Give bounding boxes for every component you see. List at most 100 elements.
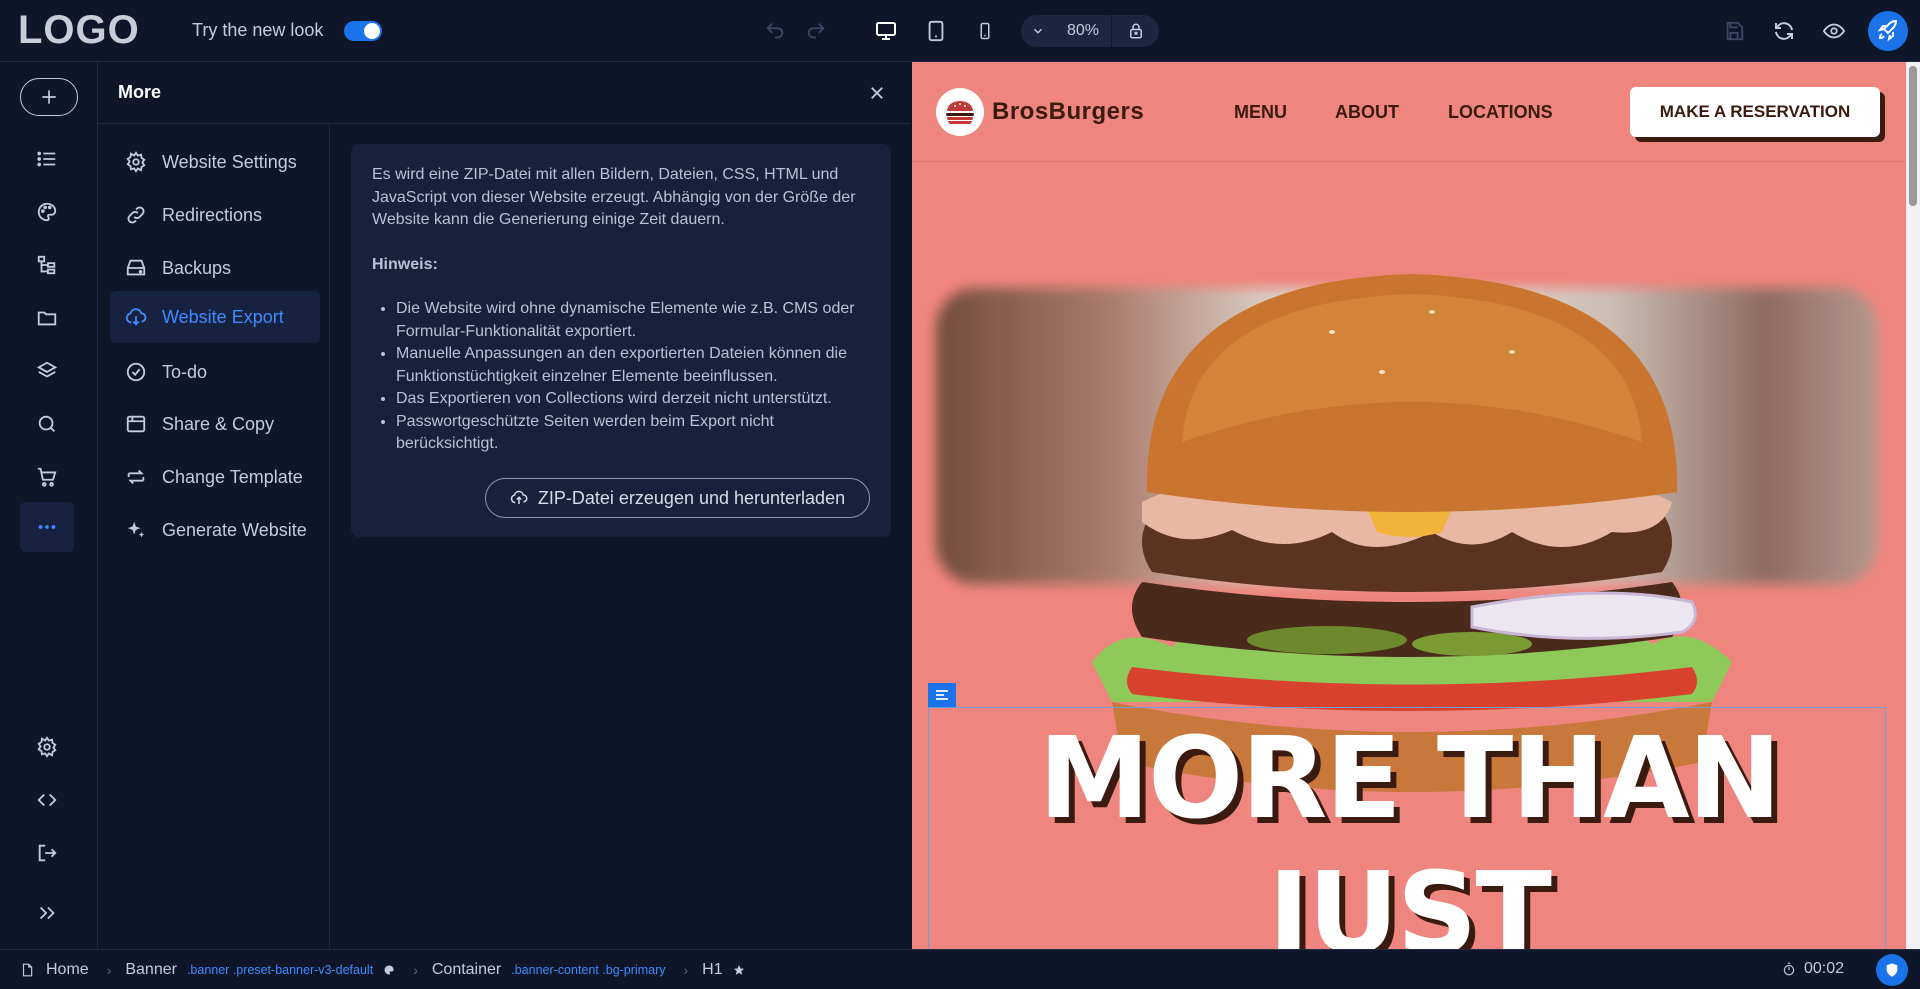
menu-item-label: Website Settings xyxy=(162,151,297,172)
element-type-badge-icon[interactable] xyxy=(928,683,956,707)
list-item: Die Website wird ohne dynamische Element… xyxy=(396,298,870,343)
session-timer: 00:02 xyxy=(1782,960,1844,978)
scrollbar-thumb[interactable] xyxy=(1909,66,1917,206)
menu-item-share-copy[interactable]: Share & Copy xyxy=(110,398,320,450)
preview-eye-icon[interactable] xyxy=(1819,16,1849,46)
crumb-h1[interactable]: H1 xyxy=(702,961,744,979)
website-preview-canvas[interactable]: BrosBurgers MENU ABOUT LOCATIONS MAKE A … xyxy=(912,62,1906,949)
code-icon[interactable] xyxy=(20,775,74,825)
menu-item-change-template[interactable]: Change Template xyxy=(110,451,320,503)
headline-line-1: MORE THAN xyxy=(1038,714,1782,844)
folder-icon[interactable] xyxy=(20,293,74,343)
crumb-classes: .banner .preset-banner-v3-default xyxy=(186,962,374,977)
redo-icon[interactable] xyxy=(801,16,831,46)
menu-item-label: Change Template xyxy=(162,466,303,487)
timer-value: 00:02 xyxy=(1804,960,1845,977)
swap-icon xyxy=(124,465,148,489)
zoom-value: 80% xyxy=(1066,22,1100,39)
more-menu: Website Settings Redirections Backups We… xyxy=(98,124,330,949)
menu-item-redirections[interactable]: Redirections xyxy=(110,189,320,241)
generate-zip-button[interactable]: ZIP-Datei erzeugen und herunterladen xyxy=(485,478,870,518)
banner-headline[interactable]: MORE THAN JUST xyxy=(912,712,1906,949)
menu-item-label: Website Export xyxy=(162,306,284,327)
export-intro: Es wird eine ZIP-Datei mit allen Bildern… xyxy=(372,166,856,228)
close-icon[interactable] xyxy=(864,80,890,106)
cloud-upload-icon xyxy=(510,490,528,504)
more-dots-icon[interactable] xyxy=(20,502,74,552)
pages-list-icon[interactable] xyxy=(20,134,74,184)
mobile-view-icon[interactable] xyxy=(970,16,1000,46)
list-item: Passwortgeschützte Seiten werden beim Ex… xyxy=(396,411,870,456)
lock-icon[interactable] xyxy=(1112,22,1159,40)
more-panel-title: More xyxy=(118,82,162,102)
menu-item-website-export[interactable]: Website Export xyxy=(110,291,320,343)
menu-item-generate-website[interactable]: Generate Website xyxy=(110,504,320,556)
refresh-icon[interactable] xyxy=(1769,16,1799,46)
new-look-label: Try the new look xyxy=(192,20,324,40)
copy-icon xyxy=(124,412,148,436)
cloud-download-icon xyxy=(124,305,148,329)
cart-icon[interactable] xyxy=(20,452,74,502)
export-notes-list: Die Website wird ohne dynamische Element… xyxy=(372,298,870,456)
desktop-view-icon[interactable] xyxy=(871,16,901,46)
check-circle-icon xyxy=(124,360,148,384)
crumb-label: Banner xyxy=(125,960,177,978)
sparkle-icon xyxy=(124,518,148,542)
star-icon xyxy=(733,964,744,975)
more-panel-header: More xyxy=(98,62,910,124)
breadcrumb: Home › Banner .banner .preset-banner-v3-… xyxy=(0,949,1920,989)
menu-item-label: Redirections xyxy=(162,204,263,225)
settings-gear-icon[interactable] xyxy=(20,722,74,772)
crumb-banner[interactable]: Banner .banner .preset-banner-v3-default xyxy=(125,961,395,979)
menu-item-website-settings[interactable]: Website Settings xyxy=(110,136,320,188)
shield-icon xyxy=(1886,963,1898,977)
crumb-home[interactable]: Home xyxy=(20,961,89,979)
chevron-right-icon: › xyxy=(413,961,418,978)
undo-icon[interactable] xyxy=(760,16,790,46)
chevron-right-icon: › xyxy=(683,961,689,978)
tablet-view-icon[interactable] xyxy=(921,16,951,46)
app-logo: LOGO xyxy=(18,8,140,52)
search-icon[interactable] xyxy=(20,399,74,449)
preview-scrollbar[interactable] xyxy=(1906,62,1920,949)
menu-item-label: To-do xyxy=(162,361,208,382)
page-icon xyxy=(22,963,33,976)
expand-chevrons-icon[interactable] xyxy=(20,888,74,938)
generate-zip-label: ZIP-Datei erzeugen und herunterladen xyxy=(537,487,846,508)
rocket-icon xyxy=(1877,19,1898,42)
crumb-classes: .banner-content .bg-primary xyxy=(511,962,666,977)
layers-icon[interactable] xyxy=(20,346,74,396)
chevron-down-icon[interactable] xyxy=(1021,24,1055,38)
plus-icon xyxy=(42,90,56,104)
menu-item-label: Share & Copy xyxy=(162,413,275,434)
stopwatch-icon xyxy=(1783,962,1795,976)
crumb-label: Home xyxy=(46,960,89,978)
top-bar: LOGO Try the new look 80% xyxy=(0,0,1920,62)
add-element-button[interactable] xyxy=(20,78,78,116)
logout-icon[interactable] xyxy=(20,828,74,878)
navigator-tree-icon[interactable] xyxy=(20,240,74,290)
crumb-container[interactable]: Container .banner-content .bg-primary xyxy=(432,961,666,979)
link-icon xyxy=(124,203,148,227)
list-item: Manuelle Anpassungen an den exportierten… xyxy=(396,343,870,388)
security-shield-button[interactable] xyxy=(1876,954,1908,986)
menu-item-backups[interactable]: Backups xyxy=(110,242,320,294)
chevron-right-icon: › xyxy=(106,961,112,978)
headline-line-2: JUST xyxy=(1268,849,1552,949)
export-hint-title: Hinweis: xyxy=(372,255,438,273)
list-item: Das Exportieren von Collections wird der… xyxy=(396,388,870,411)
crumb-label: H1 xyxy=(702,960,723,978)
save-icon[interactable] xyxy=(1719,16,1749,46)
palette-icon xyxy=(384,965,394,974)
crumb-label: Container xyxy=(431,960,502,978)
publish-rocket-button[interactable] xyxy=(1868,11,1908,51)
zoom-control[interactable]: 80% xyxy=(1021,15,1159,47)
menu-item-todo[interactable]: To-do xyxy=(110,346,320,398)
gear-icon xyxy=(124,150,148,174)
drive-icon xyxy=(124,256,148,280)
palette-icon[interactable] xyxy=(20,187,74,237)
left-icon-rail xyxy=(0,62,98,949)
menu-item-label: Generate Website xyxy=(162,519,307,540)
new-look-toggle[interactable] xyxy=(344,21,382,41)
menu-item-label: Backups xyxy=(162,257,232,278)
